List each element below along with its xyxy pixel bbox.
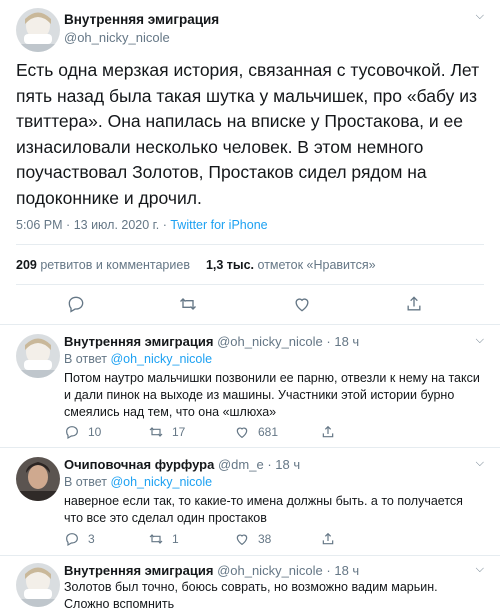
like-icon[interactable] (292, 294, 312, 314)
author-name[interactable]: Очиповочная фурфура (64, 457, 214, 472)
retweet-button[interactable]: 1 (148, 531, 179, 547)
tweet-text: Есть одна мерзкая история, связанная с т… (16, 60, 480, 208)
reply-to: В ответ @oh_nicky_nicole (64, 352, 213, 366)
like-button[interactable]: 38 (234, 531, 271, 547)
chevron-down-icon[interactable]: ⌵ (476, 563, 484, 576)
reply-to-link[interactable]: @oh_nicky_nicole (110, 352, 212, 366)
share-icon (322, 532, 334, 545)
avatar[interactable] (16, 334, 60, 378)
chevron-down-icon[interactable]: ⌵ (476, 10, 484, 23)
author-handle[interactable]: @oh_nicky_nicole (64, 30, 170, 45)
meta-separator: · (162, 218, 167, 232)
main-tweet-header: Внутренняя эмиграция @oh_nicky_nicole ⌵ (16, 8, 484, 56)
chevron-down-icon[interactable]: ⌵ (476, 457, 484, 470)
avatar[interactable] (16, 457, 60, 501)
tweet-stats: 209 ретвитов и комментариев 1,3 тыс. отме… (16, 258, 376, 272)
reply-actions: 10 17 681 (64, 424, 364, 442)
retweet-icon (149, 427, 163, 437)
author-name[interactable]: Внутренняя эмиграция (64, 563, 213, 578)
reply-actions: 3 1 38 (64, 531, 364, 549)
like-count: 38 (258, 532, 272, 546)
reply-count: 10 (88, 425, 102, 439)
author-handle[interactable]: @dm_e (218, 457, 264, 472)
reply-age[interactable]: 18 ч (334, 334, 359, 349)
reply-icon[interactable] (66, 294, 86, 314)
share-icon (322, 425, 334, 438)
author-handle[interactable]: @oh_nicky_nicole (217, 334, 323, 349)
avatar[interactable] (16, 8, 60, 52)
reply-header: Очиповочная фурфура @dm_e · 18 ч (64, 457, 301, 472)
reply-age[interactable]: 18 ч (275, 457, 300, 472)
chevron-down-icon[interactable]: ⌵ (476, 334, 484, 347)
like-count: 681 (258, 425, 279, 439)
reply-header: Внутренняя эмиграция @oh_nicky_nicole · … (64, 334, 360, 349)
avatar[interactable] (16, 563, 60, 607)
share-button[interactable] (320, 531, 344, 547)
tweet-date[interactable]: 13 июл. 2020 г. (74, 218, 160, 232)
retweets-stat[interactable]: 209 ретвитов и комментариев (16, 258, 190, 272)
likes-stat[interactable]: 1,3 тыс. отметок «Нравится» (206, 258, 376, 272)
tweet-time[interactable]: 5:06 PM (16, 218, 63, 232)
retweet-button[interactable]: 17 (148, 424, 185, 440)
reply-text: Золотов был точно, боюсь соврать, но воз… (64, 580, 438, 611)
retweet-icon (149, 534, 163, 544)
tweet-actions (0, 288, 500, 324)
reply-button[interactable]: 10 (64, 424, 101, 440)
reply-to: В ответ @oh_nicky_nicole (64, 475, 213, 489)
like-button[interactable]: 681 (234, 424, 278, 440)
meta-separator: · (66, 218, 71, 232)
retweet-count: 1 (172, 532, 179, 546)
reply-count: 3 (88, 532, 95, 546)
divider (16, 284, 484, 285)
reply-text: наверное если так, то какие-то имена дол… (64, 494, 463, 525)
divider (0, 447, 500, 448)
reply-age[interactable]: 18 ч (334, 563, 359, 578)
tweet-source-link[interactable]: Twitter for iPhone (170, 218, 267, 232)
reply-icon (66, 533, 78, 547)
tweet-meta: 5:06 PM · 13 июл. 2020 г. · Twitter for … (16, 218, 268, 232)
retweet-count: 17 (172, 425, 186, 439)
author-name[interactable]: Внутренняя эмиграция (64, 334, 213, 349)
divider (16, 244, 484, 245)
author-name[interactable]: Внутренняя эмиграция (64, 12, 219, 27)
reply-icon (66, 426, 78, 440)
share-button[interactable] (320, 424, 344, 440)
reply-to-link[interactable]: @oh_nicky_nicole (110, 475, 212, 489)
divider (0, 555, 500, 556)
share-icon[interactable] (404, 294, 424, 314)
retweet-icon[interactable] (178, 294, 198, 314)
like-icon (236, 534, 248, 546)
reply-button[interactable]: 3 (64, 531, 95, 547)
divider (0, 324, 500, 325)
reply-text: Потом наутро мальчишки позвонили ее парн… (64, 371, 480, 419)
author-handle[interactable]: @oh_nicky_nicole (217, 563, 323, 578)
reply-header: Внутренняя эмиграция @oh_nicky_nicole · … (64, 563, 360, 578)
like-icon (236, 427, 248, 439)
